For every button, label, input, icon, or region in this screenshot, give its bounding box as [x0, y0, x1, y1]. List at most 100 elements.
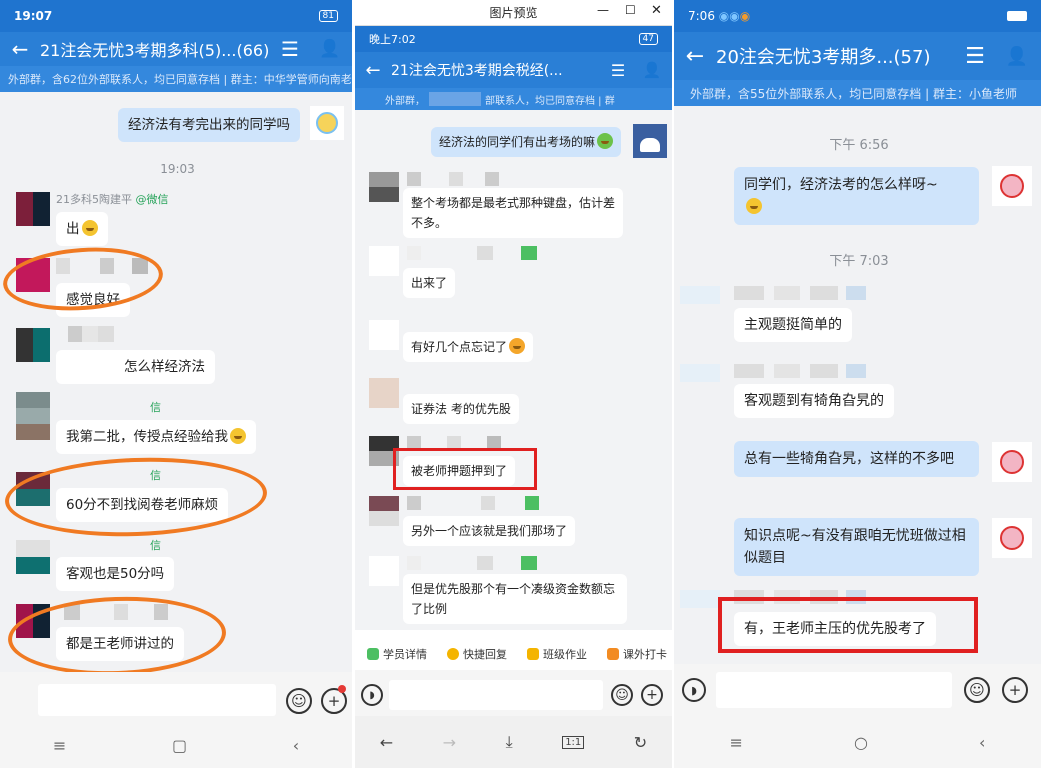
chat-title: 21注会无忧3考期会税经(... [391, 63, 563, 79]
members-icon[interactable]: 👤 [996, 46, 1038, 67]
my-avatar [633, 124, 667, 158]
menu-nav-icon[interactable]: ≡ [730, 733, 743, 752]
message-bubble: 整个考场都是最老式那种键盘，估计差不多。 [403, 188, 623, 238]
tool-label: 学员详情 [383, 648, 427, 661]
avatar [369, 320, 399, 350]
timestamp: 下午 7:03 [829, 254, 889, 269]
back-arrow-icon[interactable]: ← [0, 37, 40, 61]
highlight-circle [1, 242, 165, 316]
back-arrow-icon[interactable]: ← [355, 60, 391, 81]
members-icon[interactable]: 👤 [635, 61, 669, 79]
blurred-text [429, 92, 481, 106]
back-nav-icon[interactable]: ‹ [293, 736, 299, 755]
menu-icon[interactable]: ☰ [954, 44, 996, 69]
members-icon[interactable]: 👤 [310, 39, 350, 59]
message-bubble: 客观也是50分吗 [56, 557, 175, 591]
avatar [16, 540, 50, 574]
rotate-icon[interactable]: ↻ [634, 733, 647, 752]
chat-title: 20注会无忧3考期多...(57) [716, 47, 931, 68]
status-bar: 19:07 81 [0, 0, 352, 32]
prev-arrow-icon[interactable]: ← [380, 733, 393, 752]
frog-emoji-icon [597, 133, 614, 149]
grin-emoji-icon [746, 198, 762, 214]
my-message: 经济法有考完出来的同学吗 [118, 108, 300, 142]
download-icon[interactable]: ⤓ [506, 732, 513, 752]
battery-icon: 47 [638, 33, 658, 45]
plus-icon[interactable]: + [1002, 677, 1028, 703]
chat-panel-1: 19:07 81 ← 21注会无忧3考期多科(5)...(66) ☰ 👤 外部群… [0, 0, 352, 768]
message-input[interactable] [389, 680, 603, 710]
emoji-icon[interactable]: ☺ [964, 677, 990, 703]
blurred-name [407, 496, 539, 510]
plus-icon[interactable]: + [641, 684, 663, 706]
sender-tag: 信 [150, 539, 161, 552]
settings-list-icon[interactable]: ☰ [601, 61, 635, 80]
next-arrow-icon[interactable]: → [443, 733, 456, 752]
message-bubble: 主观题挺简单的 [734, 308, 852, 342]
actual-size-button[interactable]: 1:1 [562, 735, 585, 749]
status-bar: 晚上7:02 47 [355, 26, 672, 52]
highlight-box [718, 597, 978, 653]
message-text: 我第二批，传授点经验给我 [66, 429, 228, 445]
message-bubble: 另外一个应该就是我们那场了 [403, 516, 576, 546]
avatar [16, 392, 50, 440]
blurred-name [407, 556, 537, 570]
status-time: 19:07 [14, 9, 53, 23]
minimize-icon[interactable]: — [597, 3, 609, 17]
sender-tag: 信 [150, 401, 161, 414]
message-text: 出 [66, 221, 80, 237]
my-avatar [992, 518, 1032, 558]
sender-name: 21多科5陶建平 @微信 [56, 191, 169, 207]
message-text: 经济法的同学们有出考场的嘛 [439, 135, 596, 149]
battery-icon: 81 [318, 10, 338, 22]
tool-student-details[interactable]: 学员详情 [367, 646, 427, 662]
status-time: 晚上7:02 [369, 33, 416, 46]
maximize-icon[interactable]: ☐ [625, 3, 636, 17]
close-icon[interactable]: ✕ [651, 3, 662, 18]
chat-icon [447, 648, 459, 660]
home-nav-icon[interactable]: ○ [854, 733, 868, 752]
app-badge-icon: ◉ [739, 9, 751, 23]
avatar [16, 192, 50, 226]
avatar [369, 172, 399, 202]
message-input[interactable] [716, 672, 952, 708]
avatar [369, 246, 399, 276]
message-bubble: 我第二批，传授点经验给我 [56, 420, 256, 454]
emoji-icon[interactable]: ☺ [611, 684, 633, 706]
highlight-box [393, 448, 537, 490]
app-notification-icons: ◉◉ [718, 9, 740, 23]
menu-nav-icon[interactable]: ≡ [53, 736, 66, 755]
grin-emoji-icon [230, 428, 246, 444]
group-info-bar: 外部群， 部联系人，均已同意存档 | 群 [355, 88, 672, 110]
menu-icon[interactable]: ☰ [270, 37, 310, 61]
preview-window-titlebar: 图片预览 — ☐ ✕ [355, 0, 672, 26]
screenshot-collage: 19:07 81 ← 21注会无忧3考期多科(5)...(66) ☰ 👤 外部群… [0, 0, 1041, 768]
message-input[interactable] [38, 684, 276, 716]
home-nav-icon[interactable]: ▢ [172, 736, 187, 755]
battery-icon [1007, 11, 1027, 21]
tool-label: 班级作业 [543, 648, 587, 661]
back-nav-icon[interactable]: ‹ [979, 733, 985, 752]
tool-checkin[interactable]: 课外打卡 [607, 646, 667, 662]
time-text: 7:06 [688, 9, 715, 23]
avatar [369, 378, 399, 408]
back-arrow-icon[interactable]: ← [674, 44, 716, 69]
chat-header: ← 20注会无忧3考期多...(57) ☰ 👤 [674, 32, 1041, 80]
homework-icon [527, 648, 539, 660]
grin-emoji-icon [81, 220, 98, 236]
message-bubble: 出来了 [403, 268, 456, 298]
voice-icon[interactable]: ◗ [361, 684, 383, 706]
tool-quick-reply[interactable]: 快捷回复 [447, 646, 507, 662]
timestamp: 下午 6:56 [829, 138, 889, 153]
voice-icon[interactable]: ◗ [682, 678, 706, 702]
blurred-sender [680, 364, 866, 382]
emoji-icon[interactable]: ☺ [286, 688, 312, 714]
my-avatar [992, 442, 1032, 482]
avatar [369, 556, 399, 586]
message-text: 同学们，经济法考的怎么样呀~ [744, 177, 938, 193]
chat-panel-3: 7:06 ◉◉◉ ← 20注会无忧3考期多...(57) ☰ 👤 外部群，含55… [674, 0, 1041, 768]
tool-class-homework[interactable]: 班级作业 [527, 646, 587, 662]
my-message: 同学们，经济法考的怎么样呀~ [734, 167, 979, 225]
checkin-icon [607, 648, 619, 660]
sender-name-text: 21多科5陶建平 [56, 193, 132, 206]
